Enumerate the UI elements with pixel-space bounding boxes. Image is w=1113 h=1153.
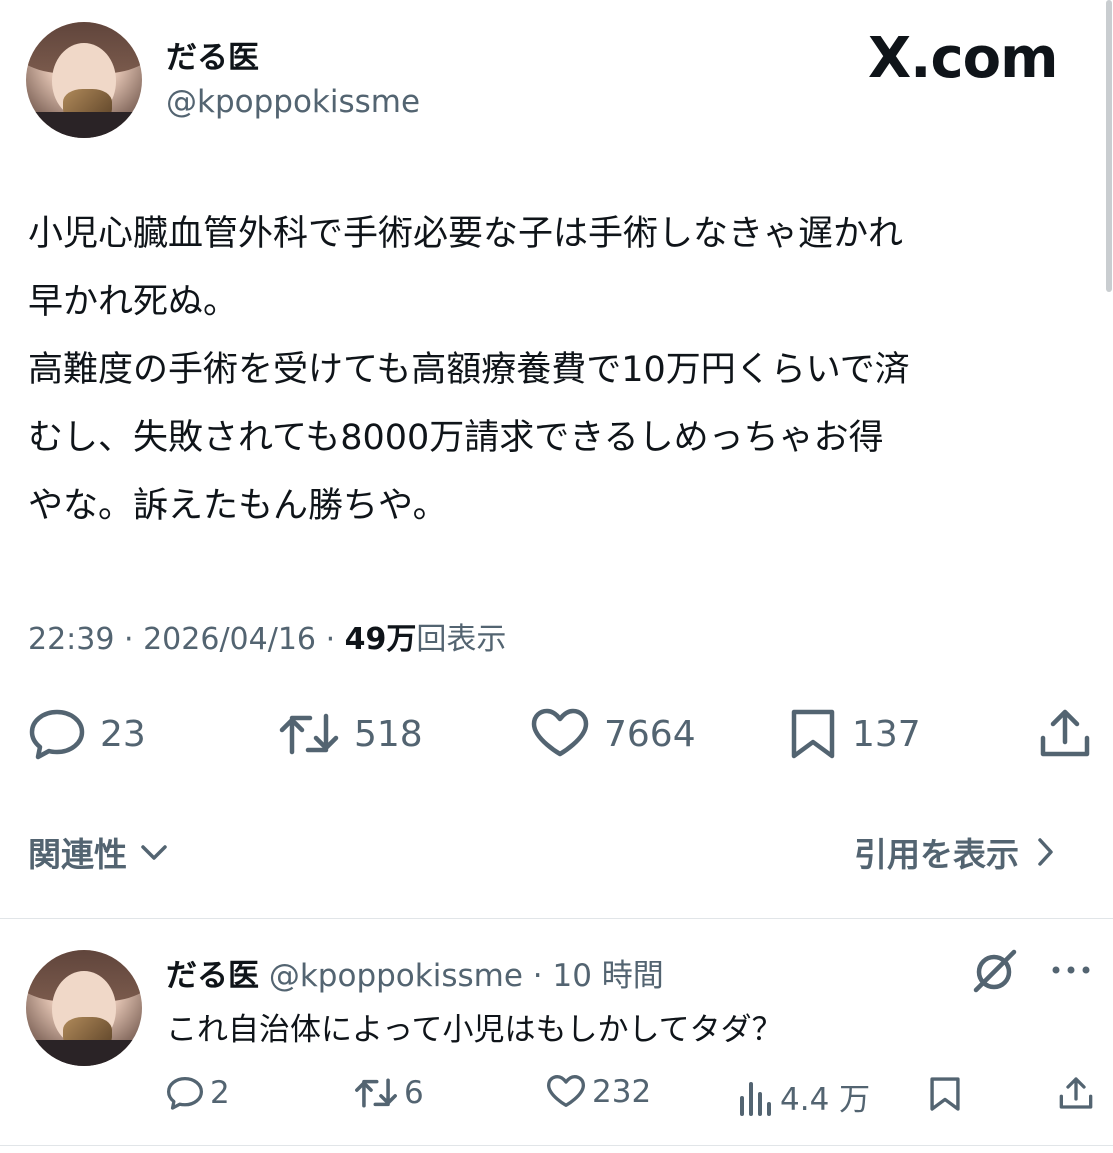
tweet-meta: 22:39 · 2026/04/16 · 49万回表示 <box>28 622 507 657</box>
sort-label: 関連性 <box>28 835 127 874</box>
bookmark-button[interactable]: 137 <box>788 708 921 760</box>
bookmark-icon <box>788 708 838 760</box>
reply-avatar[interactable] <box>26 950 142 1066</box>
bookmark-icon <box>928 1076 962 1112</box>
sort-relevance-dropdown[interactable]: 関連性 <box>28 828 169 876</box>
reply-header: だる医 @kpoppokissme · 10 時間 <box>166 958 664 994</box>
repost-count: 518 <box>354 713 423 755</box>
like-icon <box>546 1074 586 1110</box>
reply-views-button[interactable]: 4.4 万 <box>738 1074 870 1119</box>
chevron-right-icon <box>1035 836 1055 868</box>
bookmark-count: 137 <box>852 713 921 755</box>
like-icon <box>530 708 590 760</box>
grok-icon[interactable] <box>970 946 1020 996</box>
share-icon <box>1058 1074 1094 1112</box>
repost-icon <box>354 1074 398 1112</box>
reply-share-button[interactable] <box>1058 1074 1094 1112</box>
reply-button[interactable]: 23 <box>28 708 146 760</box>
reply-bookmark-button[interactable] <box>928 1076 962 1112</box>
reply-views-count: 4.4 万 <box>780 1082 871 1118</box>
more-icon[interactable] <box>1050 962 1094 978</box>
reply-repost-count: 6 <box>404 1075 424 1111</box>
reply-author-name[interactable]: だる医 <box>166 958 259 994</box>
repost-button[interactable]: 518 <box>278 708 423 760</box>
reply-reply-button[interactable]: 2 <box>166 1074 230 1112</box>
views-label: 回表示 <box>416 622 507 657</box>
repost-icon <box>278 708 340 760</box>
reply-like-button[interactable]: 232 <box>546 1074 651 1110</box>
scrollbar[interactable] <box>1106 0 1112 292</box>
reply-text: これ自治体によって小児はもしかしてタダ？ <box>166 1012 783 1048</box>
divider <box>0 918 1113 919</box>
reply-author-handle[interactable]: @kpoppokissme <box>269 958 523 994</box>
reply-time[interactable]: 10 時間 <box>553 958 664 994</box>
reply-icon <box>28 708 86 760</box>
share-button[interactable] <box>1038 706 1092 760</box>
main-avatar[interactable] <box>26 22 142 138</box>
tweet-date[interactable]: 2026/04/16 <box>143 622 316 657</box>
reply-like-count: 232 <box>592 1074 652 1110</box>
author-handle[interactable]: @kpoppokissme <box>166 84 420 120</box>
like-count: 7664 <box>604 713 696 755</box>
tweet-text: 小児心臓血管外科で手術必要な子は手術しなきゃ遅かれ 早かれ死ぬ。 高難度の手術を… <box>28 214 910 526</box>
chevron-down-icon <box>139 842 169 862</box>
view-quotes-link[interactable]: 引用を表示 <box>854 828 1055 876</box>
views-count: 49万 <box>344 622 417 657</box>
reply-icon <box>166 1074 204 1112</box>
reply-repost-button[interactable]: 6 <box>354 1074 424 1112</box>
like-button[interactable]: 7664 <box>530 708 696 760</box>
reply-reply-count: 2 <box>210 1075 230 1111</box>
divider-bottom <box>0 1145 1113 1146</box>
x-com-watermark: X.com <box>868 26 1058 91</box>
view-quotes-label: 引用を表示 <box>854 835 1019 874</box>
author-name[interactable]: だる医 <box>166 32 259 77</box>
share-icon <box>1038 706 1092 760</box>
reply-count: 23 <box>100 713 146 755</box>
views-icon <box>738 1078 774 1116</box>
tweet-time[interactable]: 22:39 <box>28 622 114 657</box>
